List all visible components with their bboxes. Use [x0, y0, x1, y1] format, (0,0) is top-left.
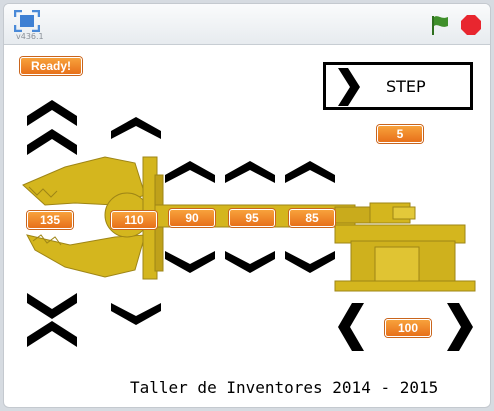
stop-icon[interactable] [460, 14, 482, 36]
base-readout: 100 [385, 319, 431, 337]
joint1-readout: 110 [111, 211, 157, 229]
version-label: v436.1 [16, 32, 44, 41]
joint2-up-arrow[interactable] [165, 161, 215, 183]
joint3-readout: 95 [229, 209, 275, 227]
joint3-up-arrow[interactable] [225, 161, 275, 183]
stage: Ready! STEP 5 135 110 90 95 85 100 Talle… [5, 45, 489, 405]
gripper-readout: 135 [27, 211, 73, 229]
base-left-arrow[interactable] [338, 303, 364, 351]
footer-title: Taller de Inventores 2014 - 2015 [130, 378, 439, 397]
joint4-readout: 85 [289, 209, 335, 227]
fullscreen-icon[interactable] [14, 10, 40, 32]
gripper-down-arrow-1[interactable] [27, 293, 77, 319]
player-toolbar: v436.1 [4, 4, 490, 45]
player-window: v436.1 Ready! STEP 5 135 110 90 95 85 10… [3, 3, 491, 408]
joint4-down-arrow[interactable] [285, 251, 335, 273]
joint2-readout: 90 [169, 209, 215, 227]
green-flag-icon[interactable] [429, 14, 451, 36]
joint1-up-arrow[interactable] [111, 117, 161, 139]
base-right-arrow[interactable] [447, 303, 473, 351]
gripper-up-arrow-2[interactable] [27, 129, 77, 155]
gripper-close-arrow[interactable] [27, 321, 77, 347]
joint2-down-arrow[interactable] [165, 251, 215, 273]
joint1-down-arrow[interactable] [111, 303, 161, 325]
joint4-up-arrow[interactable] [285, 161, 335, 183]
joint3-down-arrow[interactable] [225, 251, 275, 273]
gripper-up-arrow-1[interactable] [27, 100, 77, 126]
